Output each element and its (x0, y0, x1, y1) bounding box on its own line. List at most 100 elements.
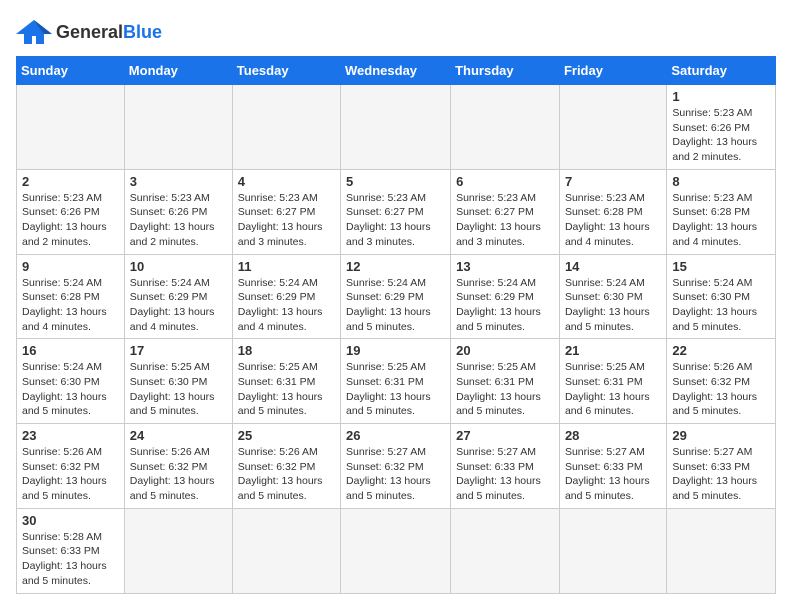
day-number: 18 (238, 343, 335, 358)
calendar-cell: 28Sunrise: 5:27 AM Sunset: 6:33 PM Dayli… (559, 424, 666, 509)
day-number: 28 (565, 428, 661, 443)
calendar-cell (124, 508, 232, 593)
day-info: Sunrise: 5:24 AM Sunset: 6:29 PM Dayligh… (238, 276, 335, 335)
day-number: 2 (22, 174, 119, 189)
calendar-cell (232, 85, 340, 170)
calendar-cell: 3 Sunrise: 5:23 AM Sunset: 6:26 PM Daylig… (124, 169, 232, 254)
day-number: 21 (565, 343, 661, 358)
calendar-cell: 22 Sunrise: 5:26 AM Sunset: 6:32 PM Dayli… (667, 339, 776, 424)
day-info: Sunrise: 5:23 AM Sunset: 6:27 PM Dayligh… (238, 191, 335, 250)
day-number: 16 (22, 343, 119, 358)
day-number: 29 (672, 428, 770, 443)
calendar-cell: 16 Sunrise: 5:24 AM Sunset: 6:30 PM Dayli… (17, 339, 125, 424)
day-info: Sunrise: 5:24 AM Sunset: 6:29 PM Dayligh… (456, 276, 554, 335)
calendar-cell (451, 508, 560, 593)
calendar-cell: 21 Sunrise: 5:25 AM Sunset: 6:31 PM Dayli… (559, 339, 666, 424)
day-number: 23 (22, 428, 119, 443)
day-number: 30 (22, 513, 119, 528)
calendar-cell: 17 Sunrise: 5:25 AM Sunset: 6:30 PM Dayli… (124, 339, 232, 424)
day-number: 1 (672, 89, 770, 104)
calendar-cell: 30 Sunrise: 5:28 AM Sunset: 6:33 PM Dayli… (17, 508, 125, 593)
calendar-cell (232, 508, 340, 593)
calendar-cell (124, 85, 232, 170)
day-number: 11 (238, 259, 335, 274)
day-info: Sunrise: 5:27 AM Sunset: 6:32 PM Dayligh… (346, 445, 445, 504)
day-info: Sunrise: 5:25 AM Sunset: 6:31 PM Dayligh… (456, 360, 554, 419)
day-number: 20 (456, 343, 554, 358)
calendar-cell: 25Sunrise: 5:26 AM Sunset: 6:32 PM Dayli… (232, 424, 340, 509)
calendar-cell: 29 Sunrise: 5:27 AM Sunset: 6:33 PM Dayli… (667, 424, 776, 509)
calendar-cell: 26 Sunrise: 5:27 AM Sunset: 6:32 PM Dayli… (341, 424, 451, 509)
day-info: Sunrise: 5:23 AM Sunset: 6:28 PM Dayligh… (672, 191, 770, 250)
calendar-week-row: 2 Sunrise: 5:23 AM Sunset: 6:26 PM Daylig… (17, 169, 776, 254)
day-number: 10 (130, 259, 227, 274)
day-number: 14 (565, 259, 661, 274)
day-number: 15 (672, 259, 770, 274)
day-info: Sunrise: 5:25 AM Sunset: 6:31 PM Dayligh… (346, 360, 445, 419)
day-info: Sunrise: 5:26 AM Sunset: 6:32 PM Dayligh… (672, 360, 770, 419)
calendar-cell (17, 85, 125, 170)
day-info: Sunrise: 5:24 AM Sunset: 6:30 PM Dayligh… (672, 276, 770, 335)
calendar-week-row: 16 Sunrise: 5:24 AM Sunset: 6:30 PM Dayli… (17, 339, 776, 424)
calendar-cell (559, 508, 666, 593)
day-number: 3 (130, 174, 227, 189)
weekday-header-tuesday: Tuesday (232, 57, 340, 85)
day-info: Sunrise: 5:23 AM Sunset: 6:26 PM Dayligh… (672, 106, 770, 165)
day-info: Sunrise: 5:27 AM Sunset: 6:33 PM Dayligh… (672, 445, 770, 504)
day-info: Sunrise: 5:26 AM Sunset: 6:32 PM Dayligh… (22, 445, 119, 504)
weekday-header-saturday: Saturday (667, 57, 776, 85)
calendar-cell: 13Sunrise: 5:24 AM Sunset: 6:29 PM Dayli… (451, 254, 560, 339)
day-number: 12 (346, 259, 445, 274)
calendar-cell: 27Sunrise: 5:27 AM Sunset: 6:33 PM Dayli… (451, 424, 560, 509)
calendar-cell: 20 Sunrise: 5:25 AM Sunset: 6:31 PM Dayli… (451, 339, 560, 424)
day-info: Sunrise: 5:23 AM Sunset: 6:26 PM Dayligh… (130, 191, 227, 250)
day-info: Sunrise: 5:25 AM Sunset: 6:30 PM Dayligh… (130, 360, 227, 419)
day-info: Sunrise: 5:24 AM Sunset: 6:29 PM Dayligh… (346, 276, 445, 335)
day-info: Sunrise: 5:23 AM Sunset: 6:27 PM Dayligh… (456, 191, 554, 250)
calendar-cell (341, 508, 451, 593)
day-info: Sunrise: 5:25 AM Sunset: 6:31 PM Dayligh… (238, 360, 335, 419)
day-info: Sunrise: 5:23 AM Sunset: 6:28 PM Dayligh… (565, 191, 661, 250)
day-number: 6 (456, 174, 554, 189)
calendar-cell: 10 Sunrise: 5:24 AM Sunset: 6:29 PM Dayli… (124, 254, 232, 339)
day-info: Sunrise: 5:28 AM Sunset: 6:33 PM Dayligh… (22, 530, 119, 589)
calendar-week-row: 30 Sunrise: 5:28 AM Sunset: 6:33 PM Dayli… (17, 508, 776, 593)
day-info: Sunrise: 5:25 AM Sunset: 6:31 PM Dayligh… (565, 360, 661, 419)
page-header: GeneralBlue (16, 16, 776, 48)
day-number: 17 (130, 343, 227, 358)
weekday-header-wednesday: Wednesday (341, 57, 451, 85)
calendar-cell: 9 Sunrise: 5:24 AM Sunset: 6:28 PM Daylig… (17, 254, 125, 339)
day-info: Sunrise: 5:23 AM Sunset: 6:27 PM Dayligh… (346, 191, 445, 250)
calendar-cell: 23 Sunrise: 5:26 AM Sunset: 6:32 PM Dayli… (17, 424, 125, 509)
day-number: 8 (672, 174, 770, 189)
weekday-header-sunday: Sunday (17, 57, 125, 85)
day-info: Sunrise: 5:24 AM Sunset: 6:29 PM Dayligh… (130, 276, 227, 335)
calendar-cell: 19Sunrise: 5:25 AM Sunset: 6:31 PM Dayli… (341, 339, 451, 424)
calendar-cell: 18 Sunrise: 5:25 AM Sunset: 6:31 PM Dayli… (232, 339, 340, 424)
calendar-cell: 1 Sunrise: 5:23 AM Sunset: 6:26 PM Daylig… (667, 85, 776, 170)
day-info: Sunrise: 5:24 AM Sunset: 6:30 PM Dayligh… (22, 360, 119, 419)
calendar-week-row: 9 Sunrise: 5:24 AM Sunset: 6:28 PM Daylig… (17, 254, 776, 339)
calendar-cell: 2 Sunrise: 5:23 AM Sunset: 6:26 PM Daylig… (17, 169, 125, 254)
day-info: Sunrise: 5:24 AM Sunset: 6:28 PM Dayligh… (22, 276, 119, 335)
weekday-header-thursday: Thursday (451, 57, 560, 85)
calendar-cell (667, 508, 776, 593)
logo: GeneralBlue (16, 16, 162, 48)
calendar-cell: 12 Sunrise: 5:24 AM Sunset: 6:29 PM Dayli… (341, 254, 451, 339)
calendar-cell: 5 Sunrise: 5:23 AM Sunset: 6:27 PM Daylig… (341, 169, 451, 254)
calendar-cell: 4Sunrise: 5:23 AM Sunset: 6:27 PM Daylig… (232, 169, 340, 254)
day-info: Sunrise: 5:26 AM Sunset: 6:32 PM Dayligh… (238, 445, 335, 504)
logo-text: GeneralBlue (56, 22, 162, 43)
calendar-cell (341, 85, 451, 170)
day-info: Sunrise: 5:27 AM Sunset: 6:33 PM Dayligh… (456, 445, 554, 504)
day-number: 5 (346, 174, 445, 189)
day-number: 26 (346, 428, 445, 443)
calendar-table: SundayMondayTuesdayWednesdayThursdayFrid… (16, 56, 776, 594)
day-number: 22 (672, 343, 770, 358)
day-info: Sunrise: 5:23 AM Sunset: 6:26 PM Dayligh… (22, 191, 119, 250)
calendar-cell: 8 Sunrise: 5:23 AM Sunset: 6:28 PM Daylig… (667, 169, 776, 254)
day-number: 24 (130, 428, 227, 443)
calendar-cell: 15 Sunrise: 5:24 AM Sunset: 6:30 PM Dayli… (667, 254, 776, 339)
weekday-header-monday: Monday (124, 57, 232, 85)
day-number: 9 (22, 259, 119, 274)
